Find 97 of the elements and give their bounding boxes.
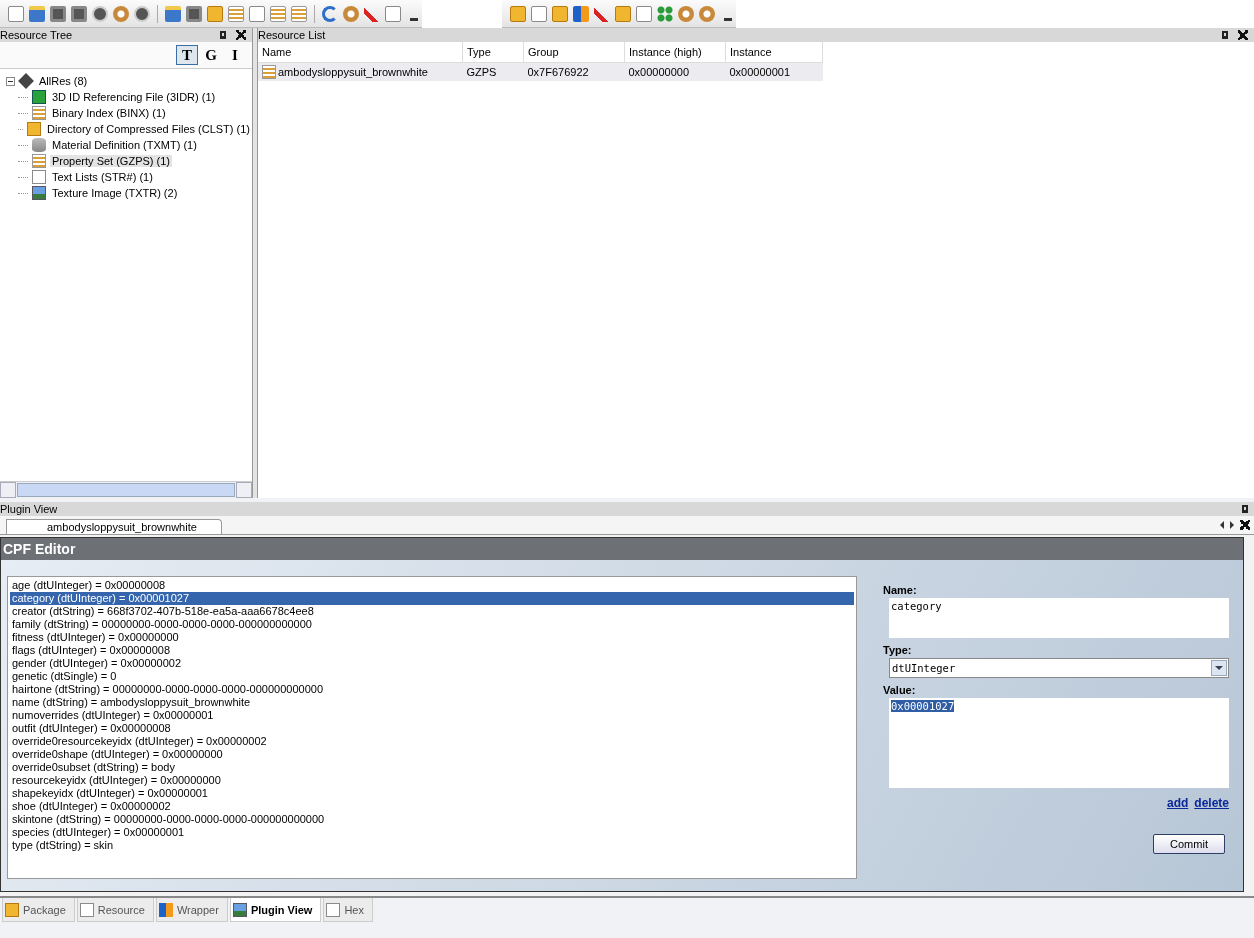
property-item[interactable]: fitness (dtUInteger) = 0x00000000 [10, 631, 854, 644]
property-item[interactable]: category (dtUInteger) = 0x00001027 [10, 592, 854, 605]
list-icon[interactable] [228, 5, 244, 22]
table-cell: 0x00000001 [729, 66, 791, 78]
table-cell: GZPS [466, 66, 497, 78]
editor-title: CPF Editor [3, 541, 76, 557]
scroll-left-icon[interactable] [1220, 521, 1224, 529]
action-link[interactable]: delete [1194, 796, 1229, 810]
close-icon[interactable] [1240, 520, 1250, 530]
property-item[interactable]: outfit (dtUInteger) = 0x00000008 [10, 722, 854, 735]
column-header[interactable]: Name [258, 42, 463, 63]
property-item[interactable]: resourcekeyidx (dtUInteger) = 0x00000000 [10, 774, 854, 787]
database-icon [32, 138, 46, 152]
image-icon [32, 186, 46, 200]
tree-item[interactable]: Property Set (GZPS) (1) [50, 155, 172, 167]
property-item[interactable]: shapekeyidx (dtUInteger) = 0x00000001 [10, 787, 854, 800]
view-tab[interactable]: Resource [76, 898, 154, 922]
view-toggle[interactable]: G [200, 45, 222, 65]
property-item[interactable]: shoe (dtUInteger) = 0x00000002 [10, 800, 854, 813]
page-icon[interactable] [531, 5, 547, 22]
tree-item[interactable]: Binary Index (BINX) (1) [50, 107, 168, 119]
folder-icon[interactable] [165, 5, 181, 22]
panel-title: Plugin View [0, 503, 59, 515]
property-item[interactable]: flags (dtUInteger) = 0x00000008 [10, 644, 854, 657]
table-cell: ambodysloppysuit_brownwhite [278, 66, 428, 78]
box-icon[interactable] [510, 5, 526, 22]
view-tab[interactable]: Wrapper [155, 898, 228, 922]
property-item[interactable]: age (dtUInteger) = 0x00000008 [10, 579, 854, 592]
property-item[interactable]: genetic (dtSingle) = 0 [10, 670, 854, 683]
type-dropdown[interactable]: dtUInteger [889, 658, 1229, 678]
column-header[interactable]: Instance (high) [624, 42, 726, 63]
property-item[interactable]: family (dtString) = 00000000-0000-0000-0000-000000000000 [10, 618, 854, 631]
box-icon[interactable] [207, 5, 223, 22]
pin-icon[interactable] [1222, 31, 1228, 39]
pin-icon[interactable] [220, 31, 226, 39]
property-item[interactable]: creator (dtString) = 668f3702-407b-518e-ea5a-aaa6678c4ee8 [10, 605, 854, 618]
column-header[interactable]: Instance [725, 42, 823, 63]
property-item[interactable]: numoverrides (dtUInteger) = 0x00000001 [10, 709, 854, 722]
value-field[interactable]: 0x00001027 [889, 698, 1229, 788]
box-icon [27, 122, 42, 136]
name-field[interactable]: category [889, 598, 1229, 638]
scroll-right-icon[interactable] [1230, 521, 1234, 529]
page-icon [32, 170, 46, 184]
panel-title: Resource List [258, 29, 327, 41]
horizontal-scrollbar[interactable] [0, 481, 252, 498]
field-label: Type: [883, 644, 913, 656]
list-icon [32, 154, 46, 168]
tree-item[interactable]: 3D ID Referencing File (3IDR) (1) [50, 91, 218, 103]
table-cell: 0x7F676922 [527, 66, 589, 78]
list-icon[interactable] [270, 5, 286, 22]
page-icon[interactable] [249, 5, 265, 22]
property-item[interactable]: skintone (dtString) = 00000000-0000-0000-0000-000000000000 [10, 813, 854, 826]
close-icon[interactable] [236, 30, 246, 40]
tree-item[interactable]: Material Definition (TXMT) (1) [50, 139, 199, 151]
box-icon[interactable] [552, 5, 568, 22]
property-item[interactable]: type (dtString) = skin [10, 839, 854, 852]
folder-icon[interactable] [29, 5, 45, 22]
view-tab[interactable]: Package [2, 898, 75, 922]
tree-item[interactable]: Texture Image (TXTR) (2) [50, 187, 180, 199]
document-tab[interactable]: ambodysloppysuit_brownwhite [6, 519, 222, 534]
property-item[interactable]: species (dtUInteger) = 0x00000001 [10, 826, 854, 839]
table-cell: 0x00000000 [628, 66, 690, 78]
pin-icon[interactable] [1242, 505, 1248, 513]
view-tab[interactable]: Hex [323, 898, 373, 922]
column-header[interactable]: Type [462, 42, 524, 63]
property-item[interactable]: override0shape (dtUInteger) = 0x00000000 [10, 748, 854, 761]
box-icon[interactable] [615, 5, 631, 22]
table-row[interactable]: ambodysloppysuit_brownwhite GZPS 0x7F676922 0x00000000 0x00000001 [258, 62, 823, 81]
refresh-icon[interactable] [322, 5, 338, 22]
bars-icon[interactable] [573, 5, 589, 22]
list-icon[interactable] [291, 5, 307, 22]
collapse-toggle[interactable] [6, 76, 15, 86]
tree-item[interactable]: AllRes (8) [37, 75, 90, 87]
property-item[interactable]: gender (dtUInteger) = 0x00000002 [10, 657, 854, 670]
close-icon[interactable] [1238, 30, 1248, 40]
grid-icon[interactable] [657, 5, 673, 22]
list-icon [262, 65, 276, 79]
action-link[interactable]: add [1166, 796, 1189, 810]
property-item[interactable]: override0resourcekeyidx (dtUInteger) = 0x00000002 [10, 735, 854, 748]
commit-button[interactable]: Commit [1153, 834, 1225, 854]
field-label: Value: [883, 684, 917, 696]
page-icon[interactable] [8, 5, 24, 22]
property-list[interactable] [7, 576, 857, 879]
view-toggle[interactable]: I [224, 45, 246, 65]
property-item[interactable]: hairtone (dtString) = 00000000-0000-0000-0000-000000000000 [10, 683, 854, 696]
page-icon[interactable] [636, 5, 652, 22]
list-icon [32, 106, 46, 120]
view-toggle[interactable]: T [176, 45, 198, 65]
tree-item[interactable]: Text Lists (STR#) (1) [50, 171, 155, 183]
tree-item[interactable]: Directory of Compressed Files (CLST) (1) [45, 123, 252, 135]
column-header[interactable]: Group [523, 42, 625, 63]
field-label: Name: [883, 584, 918, 596]
page-icon[interactable] [385, 5, 401, 22]
panel-title: Resource Tree [0, 29, 74, 41]
view-tab[interactable]: Plugin View [229, 898, 322, 922]
property-item[interactable]: override0subset (dtString) = body [10, 761, 854, 774]
property-item[interactable]: name (dtString) = ambodysloppysuit_brownwhite [10, 696, 854, 709]
